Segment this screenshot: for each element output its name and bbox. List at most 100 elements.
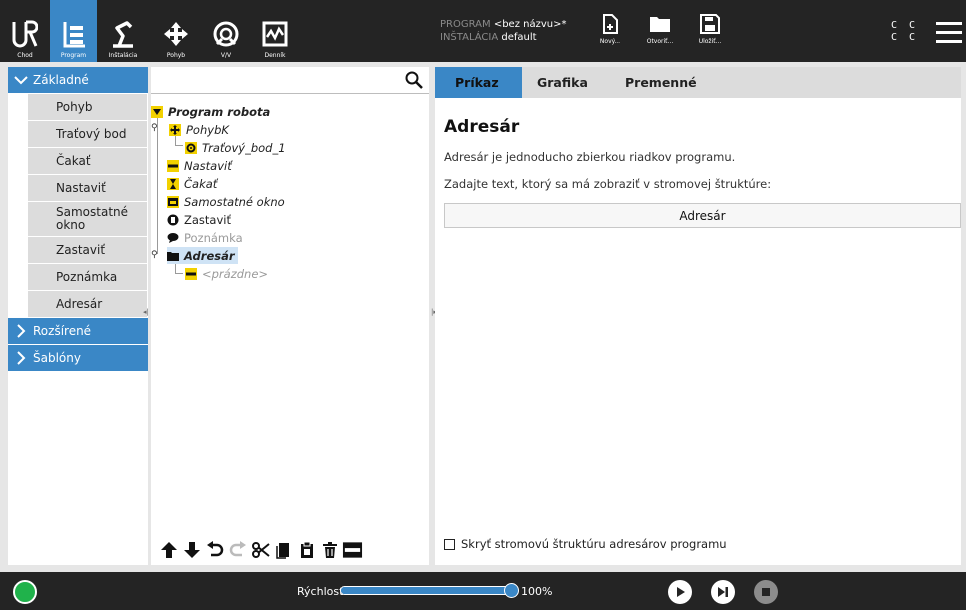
tree-root[interactable]: Program robota (151, 103, 270, 120)
tree-node-waypoint[interactable]: Traťový_bod_1 (185, 139, 286, 156)
speed-value: 100% (521, 585, 553, 598)
folder-name-field[interactable]: Adresár (444, 203, 961, 228)
chevron-right-icon (17, 351, 26, 365)
tab-variables[interactable]: Premenné (625, 67, 715, 98)
open-program-button[interactable]: Otvoriť... (640, 14, 680, 45)
speed-slider-thumb[interactable] (504, 583, 519, 598)
tree-node-movel[interactable]: PohybK (169, 121, 229, 138)
tree-node-set[interactable]: Nastaviť (167, 157, 232, 174)
nav-run-button[interactable]: Chod (0, 0, 50, 62)
redo-icon[interactable] (227, 539, 248, 561)
nav-log-button[interactable]: Denník (252, 0, 298, 62)
empty-icon (185, 267, 197, 280)
tree-node-label: Poznámka (184, 230, 243, 245)
cc-top: C C (891, 20, 919, 31)
node-item-set[interactable]: Nastaviť (28, 175, 147, 201)
popup-icon (167, 195, 179, 208)
node-item-label: Pohyb (56, 99, 93, 114)
tree-node-empty[interactable]: <prázdne> (185, 265, 268, 282)
tree-node-comment[interactable]: Poznámka (167, 229, 243, 246)
tree-node-label: PohybK (186, 122, 229, 137)
nav-move-label: Pohyb (166, 52, 186, 59)
tree-search-bar[interactable] (151, 67, 429, 94)
node-item-waypoint[interactable]: Traťový bod (28, 121, 147, 147)
tree-node-label: Traťový_bod_1 (202, 140, 286, 155)
save-program-button[interactable]: Uložiť... (690, 14, 730, 45)
node-item-folder[interactable]: Adresár (28, 291, 147, 317)
stop-icon (762, 588, 770, 596)
node-item-halt[interactable]: Zastaviť (28, 237, 147, 263)
folder-name-value: Adresár (679, 208, 726, 223)
save-icon (700, 14, 720, 34)
category-advanced[interactable]: Rozšírené (8, 318, 148, 344)
node-item-label: Traťový bod (56, 126, 127, 141)
hide-folder-tree-checkbox[interactable]: Skryť stromovú štruktúru adresárov progr… (444, 537, 727, 551)
node-item-move[interactable]: Pohyb (28, 94, 147, 120)
nav-io-button[interactable]: V/V (203, 0, 249, 62)
tree-collapse-toggle[interactable]: ⚲ (151, 250, 158, 260)
program-tree-panel: Program robota ⚲ PohybK Traťový_bod_1 Na… (151, 67, 429, 565)
cc-indicator: C C C C (891, 20, 918, 44)
nav-run-label: Chod (17, 52, 33, 59)
delete-icon[interactable] (319, 539, 340, 561)
installation-name: default (501, 32, 537, 43)
tree-collapse-toggle[interactable]: ⚲ (151, 123, 158, 133)
node-item-wait[interactable]: Čakať (28, 148, 147, 174)
settings-tabs: Príkaz Grafika Premenné (435, 67, 961, 98)
new-file-icon (603, 14, 618, 34)
node-item-label: Samostatné okno (56, 205, 129, 232)
tree-node-label: Zastaviť (184, 212, 231, 227)
category-templates[interactable]: Šablóny (8, 345, 148, 371)
tab-graphics[interactable]: Grafika (537, 67, 607, 98)
tree-node-label: Čakať (184, 176, 218, 191)
cut-icon[interactable] (250, 539, 271, 561)
ur-logo-icon (12, 20, 38, 48)
program-icon (63, 22, 85, 48)
folder-instruction: Zadajte text, ktorý sa má zobraziť v str… (444, 177, 772, 191)
suppress-icon[interactable] (342, 539, 363, 561)
category-basic-label: Základné (33, 73, 89, 87)
nav-log-label: Denník (264, 52, 286, 59)
move-down-icon[interactable] (181, 539, 202, 561)
nav-move-button[interactable]: Pohyb (153, 0, 199, 62)
stop-button[interactable] (754, 580, 778, 604)
comment-icon (167, 232, 179, 243)
undo-icon[interactable] (204, 539, 225, 561)
tab-variables-label: Premenné (625, 75, 697, 90)
tree-toolbar (151, 534, 429, 565)
log-icon (262, 21, 288, 47)
category-basic[interactable]: Základné (8, 67, 148, 93)
speed-label: Rýchlosť (297, 585, 344, 598)
node-item-comment[interactable]: Poznámka (28, 264, 147, 290)
tree-node-popup[interactable]: Samostatné okno (167, 193, 285, 210)
tab-graphics-label: Grafika (537, 75, 588, 90)
step-button[interactable] (711, 580, 735, 604)
play-button[interactable] (668, 580, 692, 604)
tree-node-label: Samostatné okno (184, 194, 285, 209)
checkbox-box[interactable] (444, 538, 455, 550)
top-bar: Chod Program Inštalácia Pohyb V/V Denník… (0, 0, 966, 62)
hamburger-menu-icon[interactable] (936, 22, 962, 44)
bottom-bar: Rýchlosť 100% (0, 572, 966, 610)
speed-slider[interactable] (340, 583, 519, 598)
power-status-button[interactable] (13, 580, 37, 604)
program-nodes-panel: Základné Pohyb Traťový bod Čakať Nastavi… (8, 67, 148, 565)
node-item-label: Nastaviť (56, 180, 106, 195)
tab-command[interactable]: Príkaz (435, 67, 522, 98)
folder-description: Adresár je jednoducho zbierkou riadkov p… (444, 150, 736, 164)
move-up-icon[interactable] (158, 539, 179, 561)
new-program-button[interactable]: Nový... (590, 14, 630, 45)
paste-icon[interactable] (296, 539, 317, 561)
tree-node-halt[interactable]: Zastaviť (167, 211, 231, 228)
tree-node-wait[interactable]: Čakať (167, 175, 217, 192)
nav-program-button[interactable]: Program (50, 0, 97, 62)
node-item-popup[interactable]: Samostatné okno (28, 202, 147, 236)
folder-icon (167, 251, 179, 261)
node-item-label: Čakať (56, 153, 91, 168)
tree-node-folder[interactable]: Adresár (167, 247, 238, 264)
open-folder-icon (650, 17, 670, 32)
program-label: PROGRAM (440, 19, 491, 30)
search-icon[interactable] (405, 71, 423, 89)
nav-installation-button[interactable]: Inštalácia (97, 0, 149, 62)
copy-icon[interactable] (273, 539, 294, 561)
